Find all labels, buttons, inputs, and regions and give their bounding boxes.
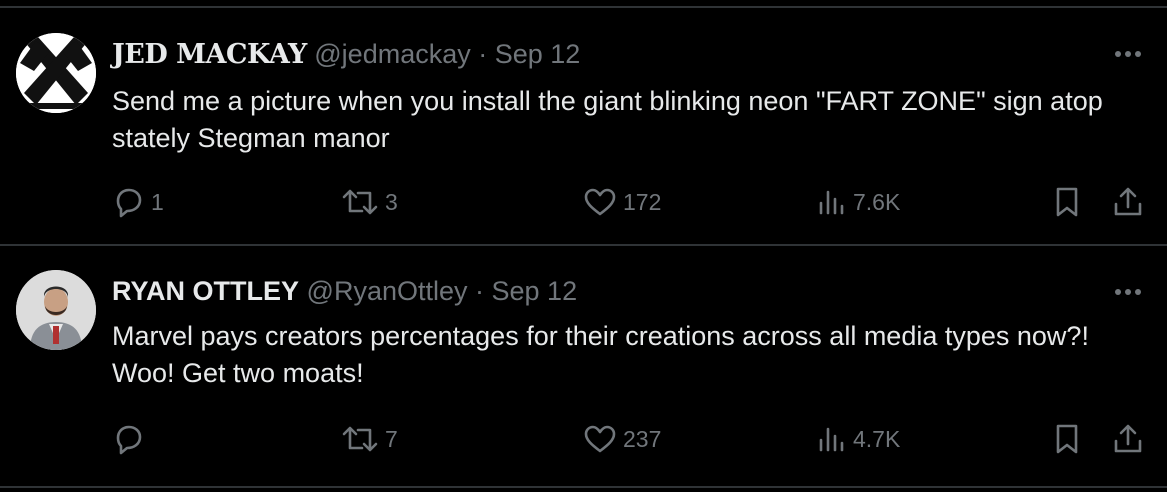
separator: ·	[467, 276, 492, 306]
like-count: 172	[623, 188, 662, 215]
retweet-count: 3	[385, 188, 398, 215]
tweet-text: Send me a picture when you install the g…	[112, 86, 1103, 153]
views-button[interactable]: 7.6K	[816, 185, 900, 219]
more-options-button[interactable]	[1108, 282, 1148, 302]
tweet-jedmackay[interactable]: JED MACKAY @jedmackay · Sep 12 Send me a…	[0, 0, 1167, 245]
like-icon	[584, 188, 616, 216]
more-icon	[1115, 289, 1141, 295]
timestamp[interactable]: Sep 12	[495, 39, 581, 69]
reply-count: 1	[151, 188, 164, 215]
share-button[interactable]	[1111, 185, 1145, 219]
views-button[interactable]: 4.7K	[816, 422, 900, 456]
person-photo-icon	[16, 270, 96, 350]
crossed-axes-icon	[16, 33, 96, 113]
retweet-button[interactable]: 3	[340, 185, 398, 219]
reply-icon	[116, 425, 142, 455]
like-button[interactable]: 172	[582, 185, 661, 219]
reply-button[interactable]	[112, 422, 151, 456]
tweet-text: Marvel pays creators percentages for the…	[112, 321, 1089, 388]
reply-icon	[116, 188, 142, 218]
views-count: 4.7K	[853, 425, 901, 452]
like-count: 237	[623, 425, 662, 452]
retweet-icon	[342, 189, 378, 215]
handle[interactable]: @jedmackay	[314, 39, 470, 69]
bookmark-button[interactable]	[1050, 185, 1084, 219]
display-name[interactable]: JED MACKAY	[112, 39, 307, 70]
timestamp[interactable]: Sep 12	[492, 276, 578, 306]
views-icon	[819, 190, 844, 215]
bookmark-icon	[1056, 187, 1078, 217]
bookmark-icon	[1056, 424, 1078, 454]
avatar[interactable]	[16, 33, 96, 113]
handle[interactable]: @RyanOttley	[307, 276, 468, 306]
views-icon	[819, 427, 844, 452]
tweet-header: JED MACKAY @jedmackay · Sep 12	[112, 39, 580, 70]
bookmark-button[interactable]	[1050, 422, 1084, 456]
more-icon	[1115, 51, 1141, 57]
display-name[interactable]: RYAN OTTLEY	[112, 276, 299, 306]
tweet-ryanottley[interactable]: RYAN OTTLEY @RyanOttley · Sep 12 Marvel …	[0, 246, 1167, 486]
avatar[interactable]	[16, 270, 96, 350]
views-count: 7.6K	[853, 188, 901, 215]
share-button[interactable]	[1111, 422, 1145, 456]
share-icon	[1114, 424, 1142, 453]
like-icon	[584, 425, 616, 453]
reply-button[interactable]: 1	[112, 185, 164, 219]
separator: ·	[470, 39, 495, 69]
share-icon	[1114, 187, 1142, 216]
like-button[interactable]: 237	[582, 422, 661, 456]
tweet-header: RYAN OTTLEY @RyanOttley · Sep 12	[112, 276, 577, 306]
retweet-button[interactable]: 7	[340, 422, 398, 456]
retweet-count: 7	[385, 425, 398, 452]
bottom-divider	[0, 486, 1167, 488]
retweet-icon	[342, 426, 378, 452]
more-options-button[interactable]	[1108, 44, 1148, 64]
